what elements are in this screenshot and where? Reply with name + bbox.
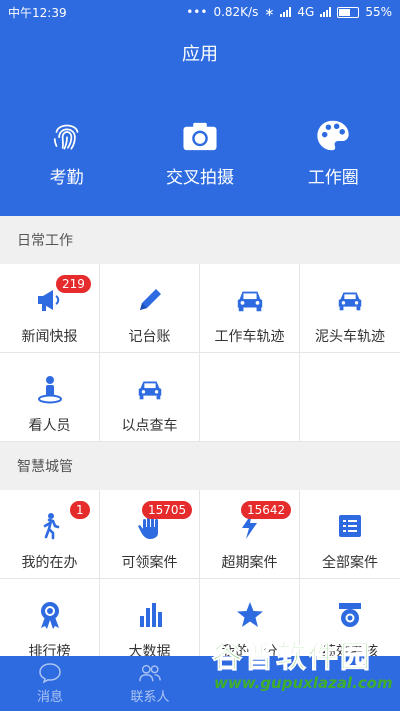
- fingerprint-icon: [53, 124, 79, 150]
- muck-truck-track-label: 泥头车轨迹: [315, 329, 385, 345]
- work-vehicle-track-label: 工作车轨迹: [214, 329, 285, 345]
- status-battery: 55%: [365, 5, 392, 19]
- my-in-progress-badge: 1: [70, 501, 90, 519]
- nav-contacts-label: 联系人: [130, 690, 170, 705]
- status-right: ••• 0.82K/s ∗ 4G 55%: [186, 5, 392, 19]
- claimable-cases-badge: 15705: [142, 501, 193, 519]
- walking-icon: [33, 510, 67, 542]
- overdue-cases-badge: 15642: [241, 501, 292, 519]
- ledger-item[interactable]: 记台账: [100, 264, 200, 353]
- status-bar: 中午12:39 ••• 0.82K/s ∗ 4G 55%: [0, 0, 400, 24]
- work-circle-label: 工作圈: [307, 168, 359, 188]
- battery-fill: [339, 8, 351, 16]
- section-smart-city-title: 智慧城管: [0, 442, 400, 490]
- truck-icon: [333, 284, 367, 316]
- status-time: 中午12:39: [8, 5, 67, 20]
- car-icon: [233, 284, 267, 316]
- list-icon: [333, 510, 367, 542]
- nav-contacts[interactable]: 联系人: [100, 656, 200, 711]
- my-in-progress-item[interactable]: 我的在办 1: [0, 490, 100, 579]
- watermark: 谷普软件园 www.gupuxlazal.com: [212, 632, 393, 710]
- watermark-url: www.gupuxlazal.com: [214, 674, 393, 692]
- big-data-item[interactable]: 大数据: [100, 579, 200, 668]
- pencil-icon: [133, 284, 167, 316]
- status-network: 4G: [297, 5, 315, 19]
- watermark-title: 谷普软件园: [212, 640, 372, 676]
- status-net-speed: 0.82K/s: [213, 5, 259, 19]
- section-daily-work-title: 日常工作: [0, 216, 400, 264]
- cross-photo-label: 交叉拍摄: [165, 168, 234, 188]
- leaderboard-item[interactable]: 排行榜: [0, 579, 100, 668]
- attendance-button[interactable]: 考勤: [0, 118, 133, 188]
- ledger-label: 记台账: [128, 329, 171, 345]
- cross-photo-button[interactable]: 交叉拍摄: [133, 118, 266, 188]
- battery-icon: [337, 6, 360, 18]
- view-personnel-item[interactable]: 看人员: [0, 353, 100, 442]
- work-vehicle-track-item[interactable]: 工作车轨迹: [200, 264, 300, 353]
- news-bulletin-label: 新闻快报: [21, 329, 78, 345]
- bar-chart-icon: [133, 599, 167, 631]
- signal-icon: [280, 7, 292, 17]
- all-cases-item[interactable]: 全部案件: [300, 490, 400, 579]
- person-pin-icon: [33, 373, 67, 405]
- empty-cell: [300, 353, 400, 442]
- point-vehicle-search-item[interactable]: 以点查车: [100, 353, 200, 442]
- status-dots: •••: [186, 5, 208, 19]
- signal-icon-2: [320, 7, 332, 17]
- medal-icon: [33, 599, 67, 631]
- overdue-cases-item[interactable]: 超期案件 15642: [200, 490, 300, 579]
- badge-icon: [333, 599, 367, 631]
- muck-truck-track-item[interactable]: 泥头车轨迹: [300, 264, 400, 353]
- nav-messages[interactable]: 消息: [0, 656, 100, 711]
- nav-messages-label: 消息: [36, 690, 63, 705]
- car-search-icon: [133, 373, 167, 405]
- view-personnel-label: 看人员: [28, 418, 71, 434]
- claimable-cases-item[interactable]: 可领案件 15705: [100, 490, 200, 579]
- app-header: 中午12:39 ••• 0.82K/s ∗ 4G 55% 应用 考勤 交叉拍摄 …: [0, 0, 400, 216]
- my-in-progress-label: 我的在办: [21, 555, 78, 571]
- attendance-label: 考勤: [49, 168, 84, 188]
- chat-icon: [39, 663, 61, 684]
- work-circle-button[interactable]: 工作圈: [267, 118, 400, 188]
- camera-icon: [183, 122, 217, 151]
- point-vehicle-search-label: 以点查车: [121, 418, 178, 434]
- news-bulletin-badge: 219: [56, 275, 91, 293]
- claimable-cases-label: 可领案件: [121, 555, 178, 571]
- bluetooth-icon: ∗: [264, 5, 275, 19]
- news-bulletin-item[interactable]: 新闻快报 219: [0, 264, 100, 353]
- all-cases-label: 全部案件: [322, 555, 378, 571]
- daily-work-grid: 新闻快报 219 记台账 工作车轨迹 泥头车轨迹 看人员 以点查车: [0, 264, 400, 442]
- overdue-cases-label: 超期案件: [221, 555, 278, 571]
- palette-icon: [317, 120, 349, 151]
- contacts-icon: [139, 664, 161, 682]
- star-icon: [233, 599, 267, 631]
- top-actions: 考勤 交叉拍摄 工作圈: [0, 118, 400, 188]
- page-title: 应用: [182, 44, 218, 65]
- empty-cell: [200, 353, 300, 442]
